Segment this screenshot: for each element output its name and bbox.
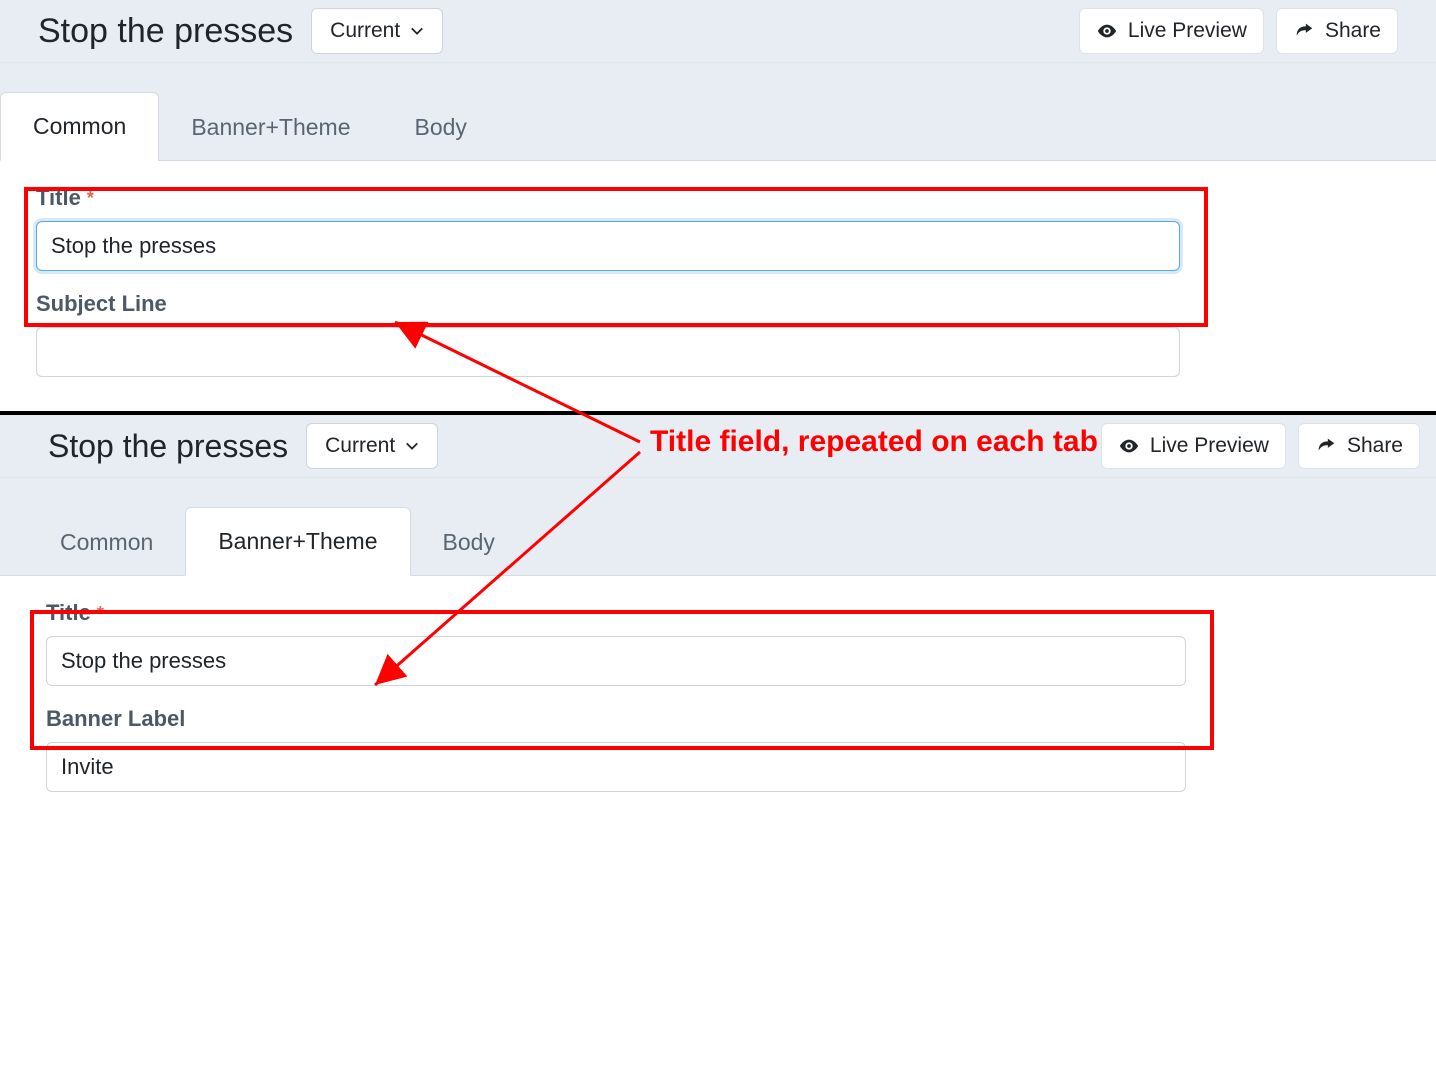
page-title: Stop the presses [38,12,293,51]
version-dropdown[interactable]: Current [306,423,438,469]
tab-banner-theme[interactable]: Banner+Theme [159,94,382,161]
version-dropdown-label: Current [330,19,400,43]
title-input[interactable] [46,636,1186,686]
version-dropdown-label: Current [325,434,395,458]
title-field-block: Title * [36,185,1180,271]
title-field-block: Title * [46,600,1186,686]
tab-common[interactable]: Common [28,509,185,576]
subject-line-label: Subject Line [36,291,1180,317]
share-label: Share [1325,19,1381,43]
editor-header: Stop the presses Current Live Preview Sh… [0,415,1436,478]
form-area: Title * Subject Line [0,161,1216,411]
editor-header: Stop the presses Current Live Preview Sh… [0,0,1436,63]
header-actions: Live Preview Share [1079,8,1398,54]
form-area: Title * Banner Label [0,576,1216,826]
tab-body[interactable]: Body [383,94,499,161]
chevron-down-icon [410,24,424,38]
chevron-down-icon [405,439,419,453]
tab-body[interactable]: Body [411,509,527,576]
share-arrow-icon [1293,20,1315,42]
header-actions: Live Preview Share [1101,423,1420,469]
banner-label-input[interactable] [46,742,1186,792]
panel-banner-theme-tab: Stop the presses Current Live Preview Sh… [0,415,1436,826]
required-star-icon: * [87,188,94,209]
live-preview-label: Live Preview [1150,434,1269,458]
required-star-icon: * [97,603,104,624]
version-dropdown[interactable]: Current [311,8,443,54]
eye-icon [1096,20,1118,42]
live-preview-button[interactable]: Live Preview [1101,423,1286,469]
tabs-row: Common Banner+Theme Body [0,63,1436,161]
eye-icon [1118,435,1140,457]
panel-common-tab: Stop the presses Current Live Preview Sh… [0,0,1436,415]
share-button[interactable]: Share [1298,423,1420,469]
tab-common[interactable]: Common [0,92,159,161]
banner-label-label: Banner Label [46,706,1186,732]
page-title: Stop the presses [48,428,288,465]
share-arrow-icon [1315,435,1337,457]
title-field-label: Title * [36,185,1180,211]
subject-line-field-block: Subject Line [36,291,1180,377]
banner-label-field-block: Banner Label [46,706,1186,792]
share-label: Share [1347,434,1403,458]
share-button[interactable]: Share [1276,8,1398,54]
tabs-row: Common Banner+Theme Body [0,478,1436,576]
live-preview-button[interactable]: Live Preview [1079,8,1264,54]
tab-banner-theme[interactable]: Banner+Theme [185,507,410,576]
live-preview-label: Live Preview [1128,19,1247,43]
subject-line-input[interactable] [36,327,1180,377]
title-input[interactable] [36,221,1180,271]
stacked-screenshots: Stop the presses Current Live Preview Sh… [0,0,1436,826]
title-field-label: Title * [46,600,1186,626]
